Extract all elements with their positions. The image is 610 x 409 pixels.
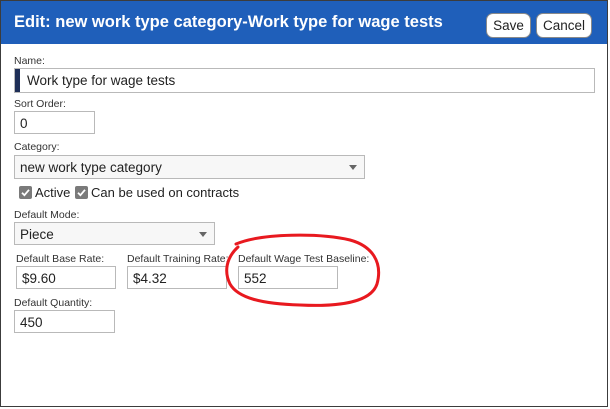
default-mode-value: Piece (20, 227, 54, 242)
wage-test-baseline-value: 552 (244, 271, 267, 286)
quantity-label: Default Quantity: (14, 297, 93, 309)
cancel-button[interactable]: Cancel (536, 13, 592, 38)
checkmark-icon (77, 189, 86, 197)
default-mode-select[interactable]: Piece (14, 222, 215, 245)
default-mode-label: Default Mode: (14, 209, 80, 221)
category-label: Category: (14, 141, 60, 153)
sort-order-input[interactable]: 0 (14, 111, 95, 134)
category-select[interactable]: new work type category (14, 155, 365, 179)
chevron-down-icon (199, 232, 207, 237)
wage-test-baseline-label: Default Wage Test Baseline: (238, 253, 370, 265)
quantity-input[interactable]: 450 (14, 310, 115, 333)
dialog-title: Edit: new work type category-Work type f… (14, 13, 443, 31)
training-rate-input[interactable]: $4.32 (127, 266, 227, 289)
base-rate-value: $9.60 (22, 271, 56, 286)
training-rate-value: $4.32 (133, 271, 167, 286)
checkmark-icon (21, 189, 30, 197)
dialog-titlebar: Edit: new work type category-Work type f… (1, 1, 607, 44)
category-value: new work type category (20, 160, 162, 175)
training-rate-label: Default Training Rate: (127, 253, 229, 265)
chevron-down-icon (349, 165, 357, 170)
quantity-value: 450 (20, 315, 43, 330)
base-rate-input[interactable]: $9.60 (16, 266, 116, 289)
input-focus-indicator (15, 69, 20, 92)
edit-dialog: Edit: new work type category-Work type f… (0, 0, 608, 407)
active-checkbox[interactable] (19, 186, 32, 199)
base-rate-label: Default Base Rate: (16, 253, 105, 265)
name-label: Name: (14, 55, 45, 67)
name-value: Work type for wage tests (27, 73, 176, 88)
sort-order-label: Sort Order: (14, 98, 66, 110)
contracts-checkbox[interactable] (75, 186, 88, 199)
contracts-label: Can be used on contracts (91, 185, 240, 200)
sort-order-value: 0 (20, 116, 28, 131)
name-input[interactable]: Work type for wage tests (14, 68, 595, 93)
wage-test-baseline-input[interactable]: 552 (238, 266, 338, 289)
active-label: Active (35, 185, 71, 200)
save-button[interactable]: Save (486, 13, 531, 38)
